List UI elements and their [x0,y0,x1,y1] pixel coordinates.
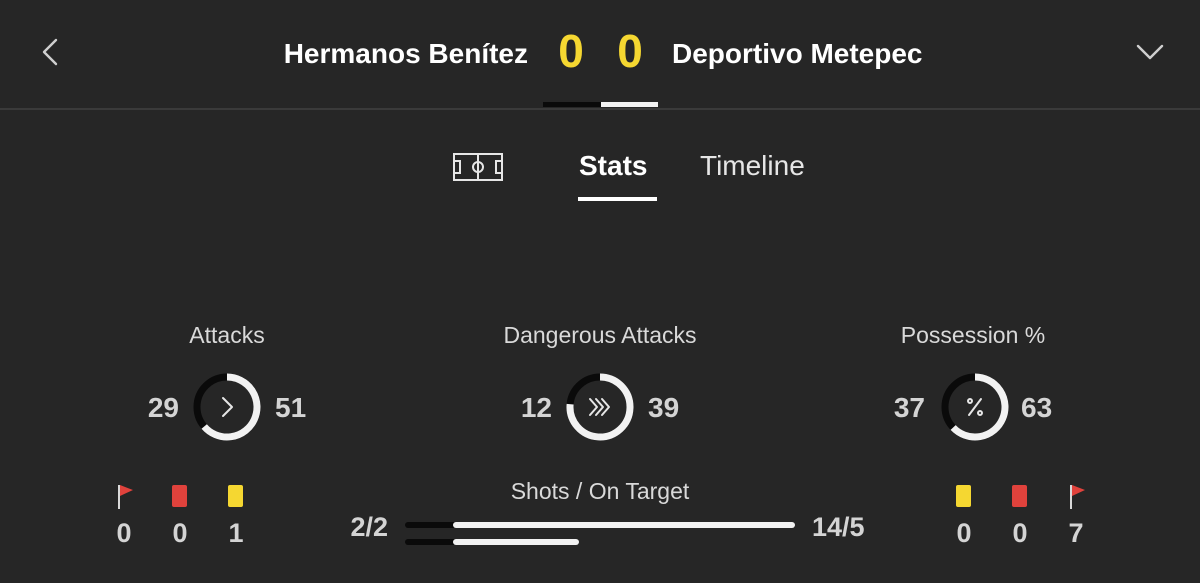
red-card-icon [172,485,187,507]
possession-away-value: 63 [1021,392,1053,423]
away-corners: 7 [1061,482,1091,552]
corner-flag-icon [118,485,133,509]
active-tab-indicator [578,197,657,201]
match-header: Hermanos Benítez 0 0 Deportivo Metepec [0,0,1200,110]
corner-flag-icon [1070,485,1085,509]
away-yellow-cards-value: 0 [956,518,972,548]
tab-stats[interactable]: Stats [579,150,647,182]
scoreline: Hermanos Benítez 0 0 Deportivo Metepec [0,25,1200,82]
chevron-down-icon[interactable] [1134,40,1166,66]
home-red-cards-value: 0 [172,518,188,548]
attacks-ring [193,373,261,441]
home-score-bar [543,102,601,107]
yellow-card-icon [228,485,243,507]
red-card-icon [1012,485,1027,507]
shots-title: Shots / On Target [510,478,690,504]
away-score: 0 [617,25,643,77]
home-team-name: Hermanos Benítez [283,38,528,69]
percent-icon [967,398,983,416]
home-yellow-cards-value: 1 [228,518,244,548]
home-red-cards: 0 [165,482,195,552]
home-yellow-cards: 1 [221,482,251,552]
home-corners: 0 [109,482,139,552]
dangerous-attacks-title: Dangerous Attacks [503,322,697,348]
tab-bar: Stats Timeline [0,140,1200,210]
shots-away-value: 14/5 [812,512,865,542]
possession-title: Possession % [900,322,1046,348]
attacks-title: Attacks [189,322,265,348]
yellow-card-icon [956,485,971,507]
attacks-stat: Attacks 29 51 [77,322,377,452]
chevron-right-icon [222,397,233,417]
dangerous-attacks-stat: Dangerous Attacks 12 39 [450,322,750,452]
double-chevron-right-icon [589,398,610,416]
dangerous-attacks-away-value: 39 [648,392,680,423]
dangerous-attacks-ring [566,373,634,441]
attacks-away-value: 51 [275,392,307,423]
possession-home-value: 37 [893,392,925,423]
possession-ring [941,373,1009,441]
dangerous-attacks-home-value: 12 [520,392,552,423]
possession-stat: Possession % 37 63 [823,322,1123,452]
shots-home-value: 2/2 [350,512,388,542]
away-score-bar [601,102,658,107]
home-corners-value: 0 [116,518,132,548]
attacks-home-value: 29 [147,392,179,423]
away-corners-value: 7 [1068,518,1084,548]
pitch-icon[interactable] [452,152,504,182]
away-red-cards: 0 [1005,482,1035,552]
away-yellow-cards: 0 [949,482,979,552]
away-red-cards-value: 0 [1012,518,1028,548]
away-team-name: Deportivo Metepec [672,38,923,69]
shots-bars [405,522,795,545]
tab-timeline[interactable]: Timeline [700,150,805,182]
home-score: 0 [558,25,584,77]
